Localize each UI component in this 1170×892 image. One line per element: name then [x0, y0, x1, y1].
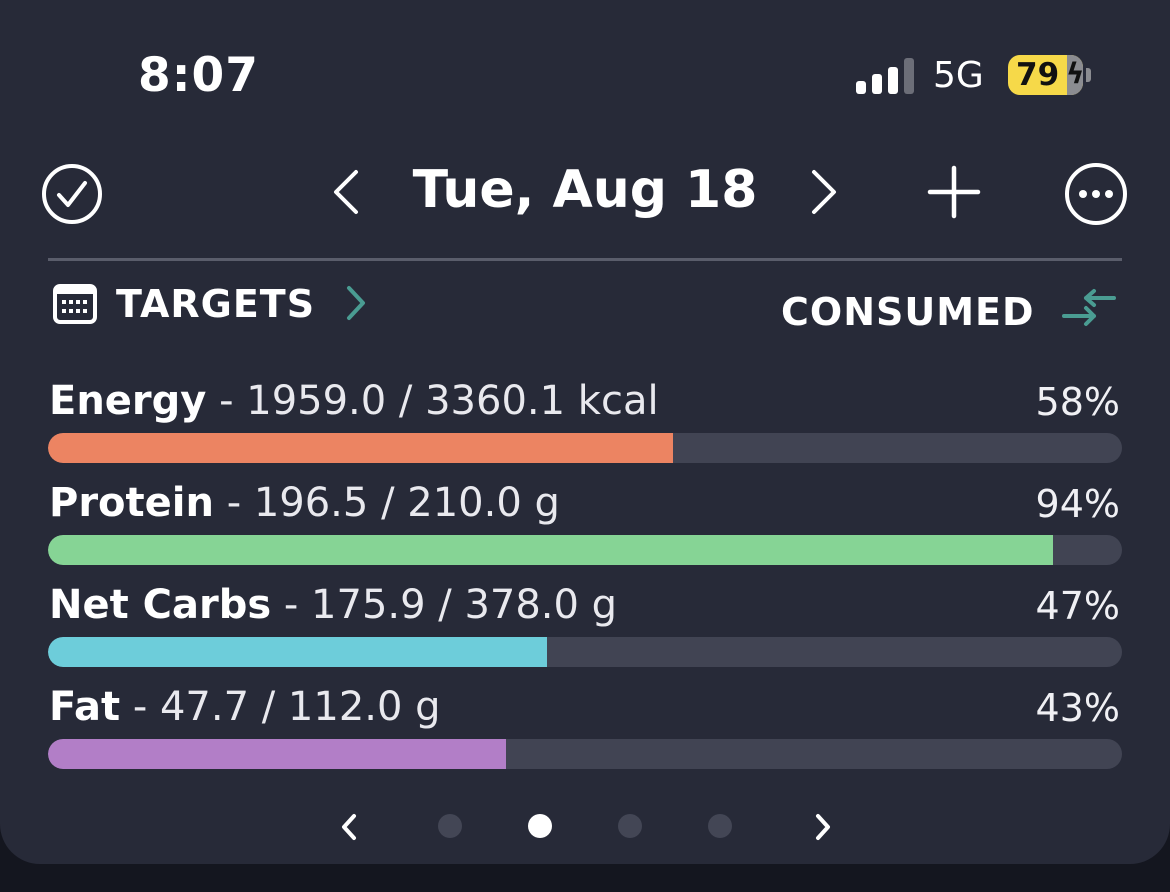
pager-next-icon[interactable]: [812, 812, 834, 846]
nutrient-name: Protein: [49, 480, 214, 526]
nutrient-name: Net Carbs: [49, 582, 272, 628]
nutrient-row-protein-label: Protein - 196.5 / 210.0 g: [49, 480, 560, 526]
nutrition-card: 8:07 5G 79 ϟ Tue, Aug 18 TARGETS CONSUME…: [0, 0, 1170, 864]
battery-cap: [1086, 68, 1091, 82]
pager-prev-icon[interactable]: [338, 812, 360, 846]
chevron-left-icon[interactable]: [330, 168, 362, 220]
nutrient-amount: - 196.5 / 210.0 g: [226, 480, 560, 526]
battery-icon: 79 ϟ: [1008, 55, 1083, 95]
progress-track-protein: [48, 535, 1122, 565]
status-time: 8:07: [138, 48, 259, 103]
calendar-icon: [52, 283, 98, 329]
nutrient-row-energy-label: Energy - 1959.0 / 3360.1 kcal: [49, 378, 659, 424]
progress-fill-protein: [48, 535, 1054, 565]
progress-track-netcarbs: [48, 637, 1122, 667]
targets-chevron-icon[interactable]: [344, 284, 368, 326]
nutrient-percent: 58%: [1035, 380, 1120, 424]
charging-bolt-icon: ϟ: [1066, 57, 1083, 90]
chevron-right-icon[interactable]: [808, 168, 840, 220]
nutrient-percent: 43%: [1035, 686, 1120, 730]
nutrient-name: Energy: [49, 378, 207, 424]
pager-dot[interactable]: [438, 814, 462, 838]
progress-track-energy: [48, 433, 1122, 463]
battery-percent: 79: [1016, 57, 1060, 93]
nutrient-amount: - 175.9 / 378.0 g: [283, 582, 618, 628]
swap-icon[interactable]: [1060, 288, 1118, 332]
nutrient-row-netcarbs-label: Net Carbs - 175.9 / 378.0 g: [49, 582, 617, 628]
nutrient-name: Fat: [49, 684, 121, 730]
network-type: 5G: [933, 55, 984, 96]
check-circle-icon[interactable]: [41, 163, 103, 229]
pager-dot[interactable]: [708, 814, 732, 838]
signal-icon: [856, 58, 914, 94]
header-divider: [48, 258, 1122, 261]
progress-fill-energy: [48, 433, 674, 463]
nutrient-percent: 47%: [1035, 584, 1120, 628]
nutrient-row-fat-label: Fat - 47.7 / 112.0 g: [49, 684, 441, 730]
pager-dot[interactable]: [618, 814, 642, 838]
nutrient-amount: - 47.7 / 112.0 g: [132, 684, 441, 730]
progress-track-fat: [48, 739, 1122, 769]
progress-fill-netcarbs: [48, 637, 548, 667]
pager-dot[interactable]: [528, 814, 552, 838]
plus-icon[interactable]: [926, 164, 982, 224]
nutrient-percent: 94%: [1035, 482, 1120, 526]
consumed-label: CONSUMED: [781, 290, 1035, 334]
current-date[interactable]: Tue, Aug 18: [385, 160, 785, 220]
more-icon[interactable]: [1064, 162, 1128, 230]
targets-link[interactable]: TARGETS: [116, 282, 315, 326]
nutrient-amount: - 1959.0 / 3360.1 kcal: [219, 378, 659, 424]
progress-fill-fat: [48, 739, 506, 769]
